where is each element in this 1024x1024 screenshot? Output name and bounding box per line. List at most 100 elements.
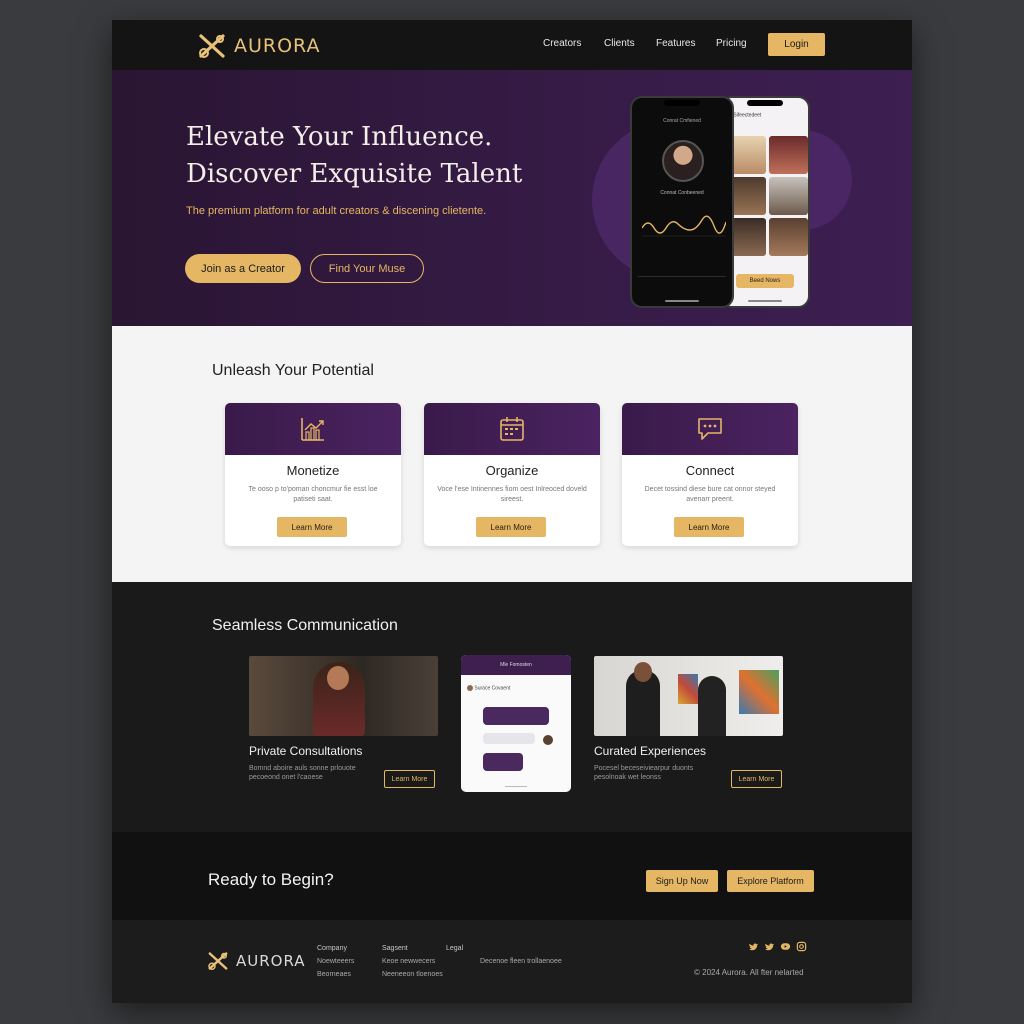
find-muse-button[interactable]: Find Your Muse xyxy=(310,254,424,283)
phone-notch xyxy=(664,100,700,106)
footer-column-support: Sagsent Keoe newwecers Neeneeon tloenoes xyxy=(382,942,443,981)
person-silhouette xyxy=(698,676,726,736)
top-nav: AURORA Creators Clients Features Pricing… xyxy=(112,20,912,70)
creator-thumb[interactable] xyxy=(768,218,808,256)
learn-more-button[interactable]: Learn More xyxy=(476,517,546,537)
page: AURORA Creators Clients Features Pricing… xyxy=(112,20,912,1003)
chart-growth-icon xyxy=(301,418,324,441)
footer-column-heading: Sagsent xyxy=(382,945,408,952)
phone-profile-name: Connat Conbeened xyxy=(660,190,704,196)
learn-more-button[interactable]: Learn More xyxy=(277,517,347,537)
footer: AURORA Company Noewteeers Beorneaes Sags… xyxy=(112,920,912,1003)
chat-mockup: Mle Fomosten Surace Covaent xyxy=(461,655,571,792)
feature-card-connect: Connect Decet tossind diese bure cat onn… xyxy=(622,403,798,546)
nav-link-features[interactable]: Features xyxy=(656,38,695,49)
experience-photo xyxy=(594,656,783,736)
chat-bubble-icon xyxy=(698,418,722,440)
phone-gallery-header: Sifeectedeet xyxy=(726,112,804,118)
feature-card-text: Te ooso p to'poman choncmur fie esst loe… xyxy=(248,486,378,503)
features-section: Unleash Your Potential Monetize Te ooso … xyxy=(112,326,912,582)
consultation-photo xyxy=(249,656,438,736)
footer-link[interactable]: Neeneeon tloenoes xyxy=(382,968,443,981)
social-links xyxy=(748,939,807,952)
consultations-card: Private Consultations Bomnd aboire auls … xyxy=(249,656,438,796)
copyright: © 2024 Aurora. All fter nelarted xyxy=(694,968,804,977)
avatar xyxy=(467,685,473,691)
nav-link-pricing[interactable]: Pricing xyxy=(716,38,747,49)
phone-home-bar xyxy=(748,300,782,302)
chat-message-outgoing xyxy=(483,753,523,771)
brand-logo[interactable]: AURORA xyxy=(196,32,321,60)
learn-more-button[interactable]: Learn More xyxy=(731,770,782,788)
phone-tab-bar xyxy=(638,276,726,290)
phone-cta-button[interactable]: Beed Nows xyxy=(736,274,794,288)
brand-name: AURORA xyxy=(234,35,321,57)
footer-link[interactable]: Decenoe fleen trollaenoee xyxy=(480,955,562,968)
sign-up-button[interactable]: Sign Up Now xyxy=(646,870,718,892)
footer-logo[interactable]: AURORA xyxy=(206,950,306,972)
join-creator-button[interactable]: Join as a Creator xyxy=(185,254,301,283)
youtube-icon[interactable] xyxy=(780,939,791,950)
hero-headline-line1: Elevate Your Influence. xyxy=(186,122,493,152)
feature-card-title: Monetize xyxy=(286,463,340,478)
aurora-logo-icon xyxy=(208,952,228,970)
experiences-card: Curated Experiences Pocesel beceseiviear… xyxy=(594,656,783,796)
cta-heading: Ready to Begin? xyxy=(208,870,334,889)
footer-link[interactable]: Keoe newwecers xyxy=(382,955,443,968)
footer-column-legal: Legal Decenoe fleen trollaenoee xyxy=(446,942,562,968)
feature-card-text: Decet tossind diese bure cat onnor steye… xyxy=(644,486,776,503)
phone-mockup-profile: Conrat Cmfiened Connat Conbeened xyxy=(630,96,734,308)
login-button[interactable]: Login xyxy=(768,33,825,56)
creator-thumb[interactable] xyxy=(768,136,808,174)
footer-column-heading: Legal xyxy=(446,945,464,952)
feature-card-title: Connect xyxy=(685,463,735,478)
hero-subtitle: The premium platform for adult creators … xyxy=(186,205,487,217)
consultations-text: Bomnd aboire auls sonne prlouote pecoeon… xyxy=(249,765,356,781)
aurora-logo-icon xyxy=(199,34,225,58)
footer-link[interactable]: Beorneaes xyxy=(317,968,354,981)
chat-user-name: Surace Covaent xyxy=(474,685,511,692)
painting-canvas xyxy=(739,670,779,714)
calendar-icon xyxy=(500,417,524,441)
cta-section: Ready to Begin? Sign Up Now Explore Plat… xyxy=(112,832,912,920)
chat-message-incoming xyxy=(483,733,535,744)
twitter-icon[interactable] xyxy=(764,939,775,951)
nav-link-clients[interactable]: Clients xyxy=(604,38,635,49)
communication-section: Seamless Communication Private Consultat… xyxy=(112,582,912,832)
chat-user: Surace Covaent xyxy=(467,685,510,691)
avatar xyxy=(543,735,553,745)
hero-headline: Elevate Your Influence. Discover Exquisi… xyxy=(186,119,566,193)
chat-header: Mle Fomosten xyxy=(461,655,571,675)
person-face xyxy=(327,666,349,690)
chat-divider xyxy=(505,786,527,787)
hero-headline-line2: Discover Exquisite Talent xyxy=(186,159,523,189)
footer-link[interactable]: Noewteeers xyxy=(317,955,354,968)
experiences-title: Curated Experiences xyxy=(594,744,707,758)
creator-grid xyxy=(726,136,808,256)
nav-link-creators[interactable]: Creators xyxy=(543,38,581,49)
brand-name: AURORA xyxy=(236,952,306,970)
communication-heading: Seamless Communication xyxy=(212,617,398,634)
phone-notch xyxy=(747,100,783,106)
consultations-title: Private Consultations xyxy=(249,744,363,758)
instagram-icon[interactable] xyxy=(796,939,807,952)
avatar xyxy=(662,140,704,182)
experiences-text: Pocesel beceseiviearpur duonts pesolnoak… xyxy=(594,765,694,781)
phone-profile-title: Conrat Cmfiened xyxy=(663,118,701,124)
feature-card-title: Organize xyxy=(485,463,539,478)
footer-column-company: Company Noewteeers Beorneaes xyxy=(317,942,354,981)
features-heading: Unleash Your Potential xyxy=(212,362,374,379)
learn-more-button[interactable]: Learn More xyxy=(384,770,435,788)
feature-card-monetize: Monetize Te ooso p to'poman choncmur fie… xyxy=(225,403,401,546)
twitter-icon[interactable] xyxy=(748,939,759,951)
learn-more-button[interactable]: Learn More xyxy=(674,517,744,537)
earnings-wave-icon xyxy=(642,215,726,237)
feature-card-header xyxy=(424,403,600,455)
explore-platform-button[interactable]: Explore Platform xyxy=(727,870,814,892)
person-face xyxy=(634,662,652,682)
feature-card-header xyxy=(225,403,401,455)
creator-thumb[interactable] xyxy=(768,177,808,215)
chat-message-outgoing xyxy=(483,707,549,725)
phone-gallery-title: Sifeectedeet xyxy=(733,112,762,119)
footer-column-heading: Company xyxy=(317,945,347,952)
